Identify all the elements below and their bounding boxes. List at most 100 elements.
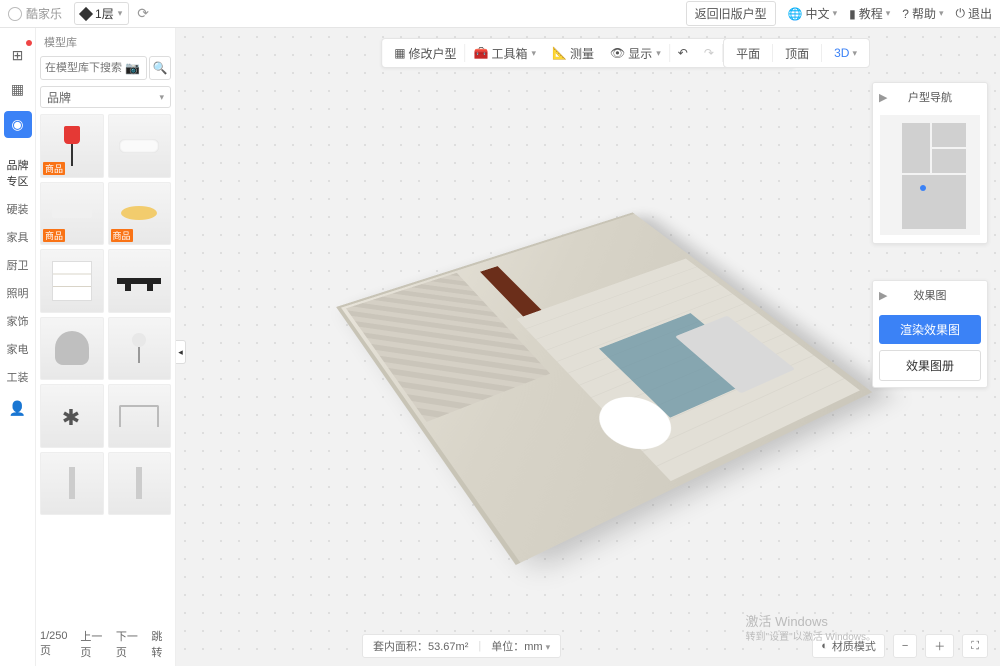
render-album-button[interactable]: 效果图册 <box>879 350 981 381</box>
model-thumb <box>136 467 142 499</box>
minimap[interactable] <box>880 115 980 235</box>
toolbox-button[interactable]: 🧰工具箱▾ <box>466 39 545 67</box>
search-button[interactable]: 🔍 <box>149 56 171 80</box>
render-panel: ▶ 效果图 渲染效果图 效果图册 <box>872 280 988 388</box>
area-label: 套内面积： <box>373 641 428 653</box>
product-tag: 商品 <box>111 229 133 242</box>
refresh-icon[interactable]: ⟳ <box>137 5 149 22</box>
rail-cat[interactable]: 厨卫 <box>0 251 35 279</box>
minimap-camera-icon[interactable] <box>920 185 926 191</box>
header-right: 返回旧版户型 🌐中文▾ ▮教程▾ ?帮助▾ ⏻退出 <box>686 1 992 26</box>
model-panel: 模型库 📷 🔍 品牌 ▾ 商品商品商品 1/250页 上一页 下一页 跳转 <box>36 28 176 666</box>
rail-model-icon[interactable]: ◉ <box>4 111 32 138</box>
page-jump[interactable]: 跳转 <box>151 628 171 660</box>
help-button[interactable]: ?帮助▾ <box>902 5 943 22</box>
model-item[interactable] <box>40 249 104 313</box>
panel-collapse-handle[interactable]: ◂ <box>176 340 186 364</box>
power-icon: ⏻ <box>955 6 965 21</box>
page-next[interactable]: 下一页 <box>116 628 145 660</box>
exit-button[interactable]: ⏻退出 <box>955 5 992 22</box>
model-item[interactable] <box>108 317 172 381</box>
redo-icon: ↷ <box>704 46 714 60</box>
floor-selector[interactable]: 1层 ▾ <box>74 2 129 25</box>
nav-panel-header: ▶ 户型导航 <box>873 83 987 111</box>
badge-dot <box>26 40 32 46</box>
scene-3d <box>388 137 788 557</box>
rail-grid-icon[interactable]: ▦ <box>0 73 36 108</box>
filter-label: 品牌 <box>47 89 71 106</box>
model-item[interactable] <box>108 114 172 178</box>
view-3d-button[interactable]: 3D▾ <box>822 39 869 67</box>
model-grid: 商品商品商品 <box>36 114 175 622</box>
model-thumb <box>55 331 89 365</box>
model-thumb <box>52 401 92 431</box>
material-icon: ◐ <box>821 640 828 652</box>
model-item[interactable]: 商品 <box>40 114 104 178</box>
book-icon: ▮ <box>849 7 856 21</box>
legacy-plan-button[interactable]: 返回旧版户型 <box>686 1 776 26</box>
model-item[interactable]: 商品 <box>108 182 172 246</box>
model-item[interactable] <box>108 249 172 313</box>
camera-icon[interactable]: 📷 <box>125 61 140 75</box>
search-input[interactable] <box>45 62 125 74</box>
collapse-icon[interactable]: ▶ <box>879 289 887 302</box>
area-value: 53.67m² <box>428 641 468 653</box>
view-toolbar: 平面 顶面 3D▾ <box>723 38 870 68</box>
toolbox-icon: 🧰 <box>474 46 489 60</box>
zoom-fit-button[interactable]: ⛶ <box>962 634 988 658</box>
left-rail: ⊞ ▦ ◉ 品牌专区 硬装 家具 厨卫 照明 家饰 家电 工装 👤 <box>0 28 36 666</box>
product-tag: 商品 <box>43 229 65 242</box>
model-thumb <box>121 206 157 220</box>
pager: 1/250页 上一页 下一页 跳转 <box>36 622 175 666</box>
display-button[interactable]: 👁显示▾ <box>602 39 669 67</box>
model-thumb <box>119 405 159 427</box>
render-button[interactable]: 渲染效果图 <box>879 315 981 344</box>
rail-cat[interactable]: 照明 <box>0 279 35 307</box>
model-item[interactable] <box>108 384 172 448</box>
model-item[interactable] <box>40 384 104 448</box>
model-item[interactable]: 商品 <box>40 182 104 246</box>
model-item[interactable] <box>108 452 172 516</box>
measure-button[interactable]: 📐测量 <box>544 39 602 67</box>
rail-user-icon[interactable]: 👤 <box>0 391 36 426</box>
redo-button[interactable]: ↷ <box>696 39 722 67</box>
rail-brand-section[interactable]: 品牌专区 <box>0 151 35 195</box>
collapse-icon[interactable]: ▶ <box>879 91 887 104</box>
rail-cat[interactable]: 家电 <box>0 335 35 363</box>
rail-add-icon[interactable]: ⊞ <box>0 38 36 73</box>
logo-icon <box>8 7 22 21</box>
undo-icon: ↶ <box>678 46 688 60</box>
model-thumb <box>52 208 92 218</box>
chevron-down-icon: ▾ <box>118 8 123 19</box>
edit-plan-button[interactable]: ▦修改户型 <box>386 39 464 67</box>
page-info: 1/250页 <box>40 630 74 658</box>
app-header: 酷家乐 1层 ▾ ⟳ 返回旧版户型 🌐中文▾ ▮教程▾ ?帮助▾ ⏻退出 <box>0 0 1000 28</box>
rail-cat[interactable]: 硬装 <box>0 195 35 223</box>
view-ceiling-button[interactable]: 顶面 <box>773 39 821 67</box>
tutorial-button[interactable]: ▮教程▾ <box>849 5 890 22</box>
canvas-3d[interactable]: ▦修改户型 🧰工具箱▾ 📐测量 👁显示▾ ↶ ↷ ⧉▾ ◇▾ 平面 顶面 3D▾… <box>176 28 1000 666</box>
zoom-in-button[interactable]: ＋ <box>925 634 954 658</box>
rail-cat[interactable]: 家具 <box>0 223 35 251</box>
model-thumb <box>60 126 84 166</box>
search-box[interactable]: 📷 <box>40 56 147 80</box>
help-icon: ? <box>902 7 909 21</box>
unit-selector[interactable]: 单位：mm ▾ <box>491 638 550 654</box>
chevron-down-icon: ▾ <box>159 92 164 103</box>
brand-filter[interactable]: 品牌 ▾ <box>40 86 171 108</box>
panel-title: 模型库 <box>36 28 175 56</box>
model-item[interactable] <box>40 317 104 381</box>
undo-button[interactable]: ↶ <box>670 39 696 67</box>
language-button[interactable]: 🌐中文▾ <box>788 5 838 22</box>
model-thumb <box>124 333 154 363</box>
model-thumb <box>69 467 75 499</box>
rail-cat[interactable]: 工装 <box>0 363 35 391</box>
model-thumb <box>119 139 159 153</box>
material-mode-button[interactable]: ◐材质模式 <box>812 634 885 658</box>
rail-cat[interactable]: 家饰 <box>0 307 35 335</box>
model-item[interactable] <box>40 452 104 516</box>
zoom-out-button[interactable]: − <box>893 634 917 658</box>
page-prev[interactable]: 上一页 <box>80 628 109 660</box>
room-model <box>336 212 872 565</box>
view-plan-button[interactable]: 平面 <box>724 39 772 67</box>
